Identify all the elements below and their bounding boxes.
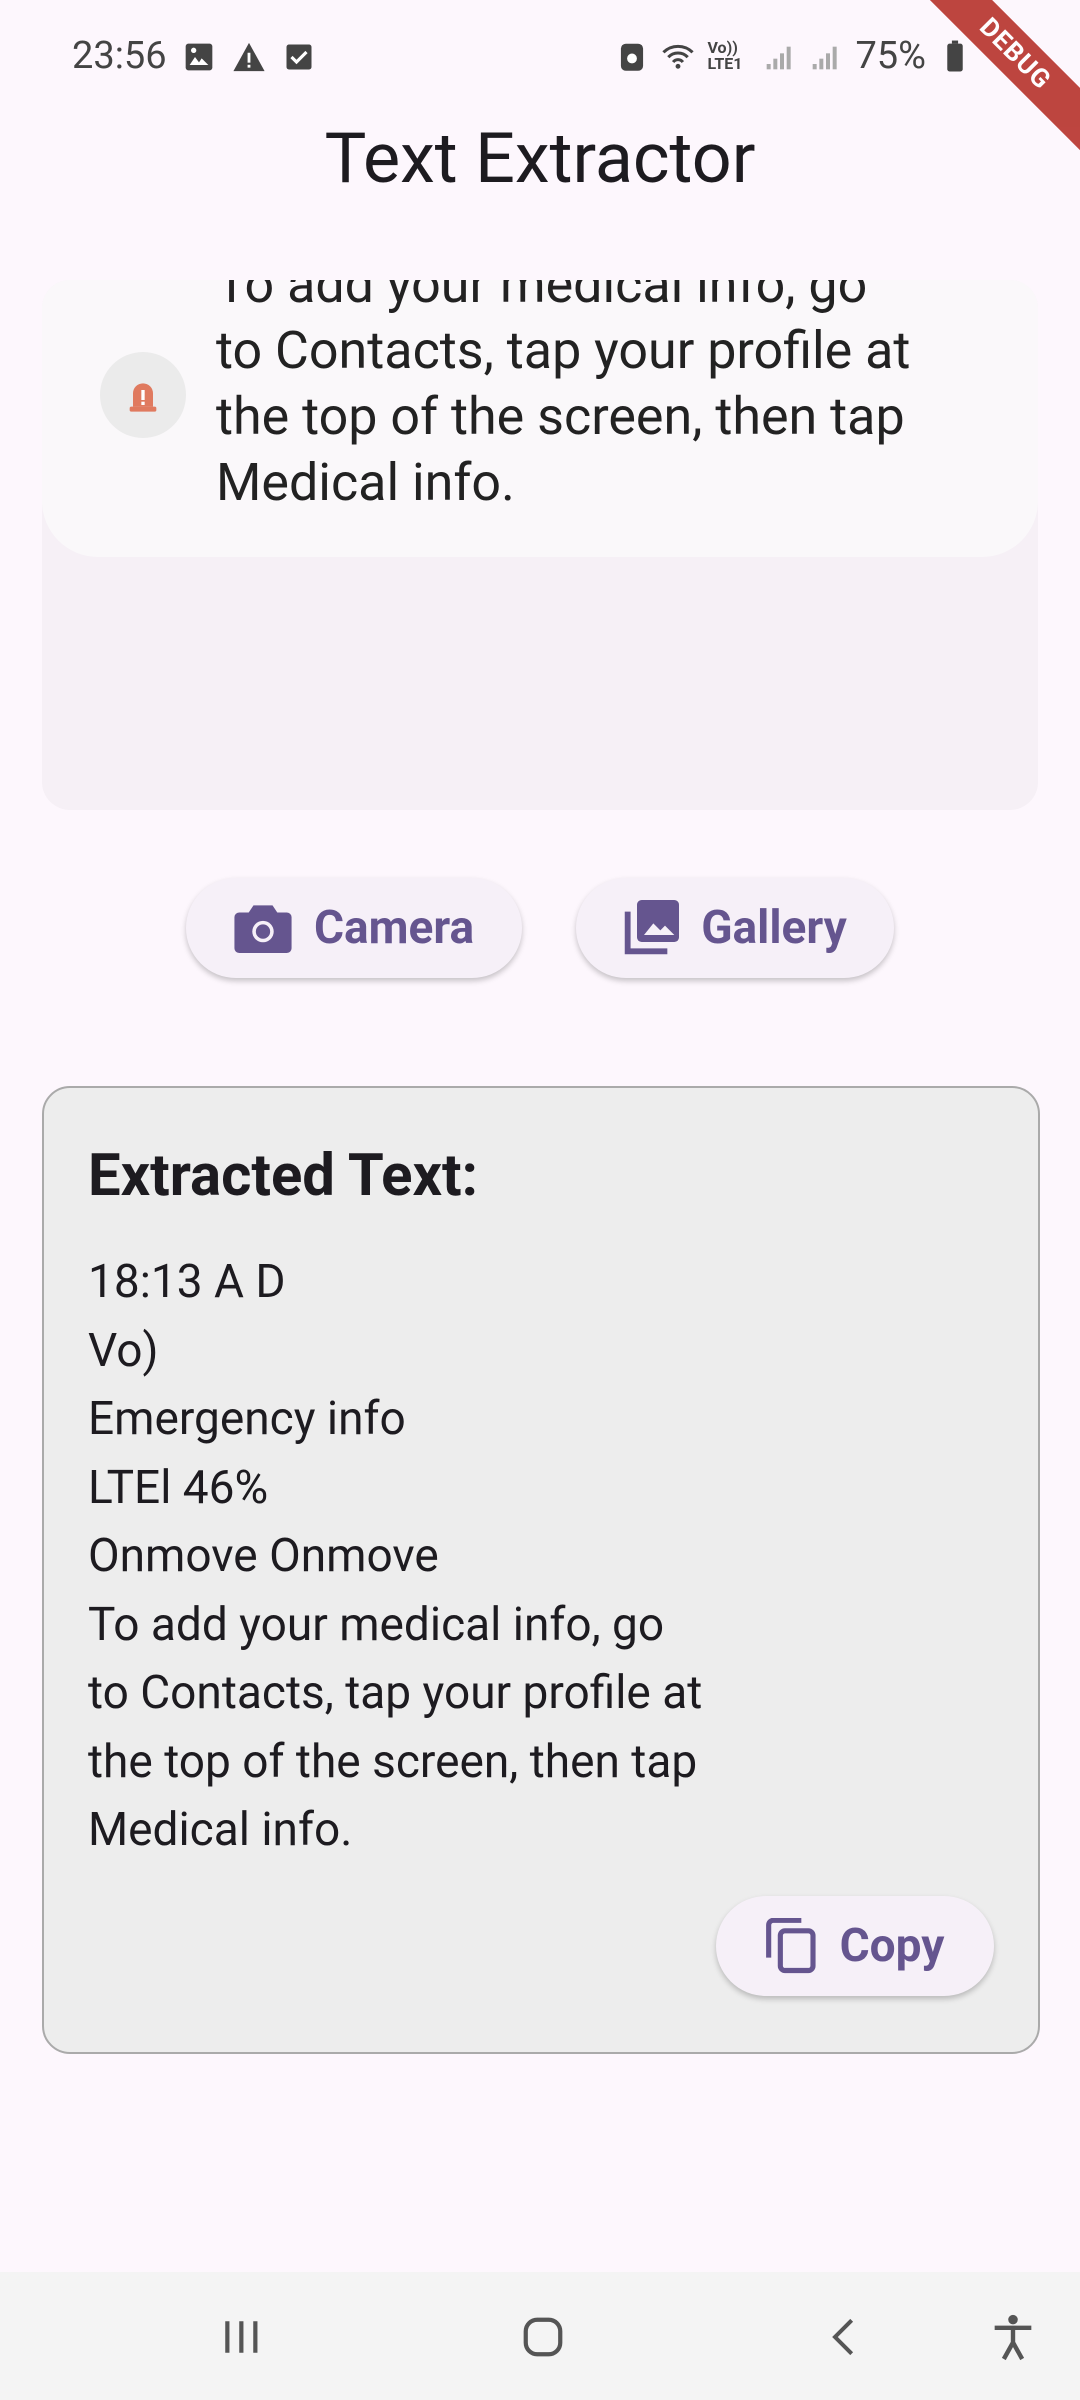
gallery-icon [624, 900, 680, 955]
notice-line: to Contacts, tap your profile at [216, 320, 911, 381]
result-card: Extracted Text: 18:13 A D Vo) Emergency … [42, 1086, 1040, 2054]
extracted-line: the top of the screen, then tap [88, 1734, 698, 1789]
copy-button[interactable]: Copy [716, 1896, 994, 1996]
extracted-line: Vo) [88, 1323, 159, 1378]
recent-apps-button[interactable] [206, 2302, 276, 2372]
gallery-button[interactable]: Gallery [576, 878, 894, 978]
camera-button[interactable]: Camera [186, 878, 522, 978]
notice-line: Medical info. [216, 452, 515, 513]
extracted-line: Emergency info [88, 1392, 406, 1446]
signal-icon [763, 39, 797, 73]
home-icon [523, 2317, 563, 2357]
gallery-label: Gallery [701, 901, 847, 955]
checkbox-icon [282, 40, 316, 74]
network-label: Vo)) LTE1 [707, 38, 743, 73]
result-heading: Extracted Text: [88, 1142, 478, 1210]
recent-apps-icon [225, 2321, 258, 2353]
accessibility-button[interactable] [978, 2302, 1048, 2372]
battery-percent: 75% [855, 34, 926, 78]
notice-line: To add your medical info, go [216, 280, 868, 315]
notice-text: To add your medical info, go to Contacts… [216, 280, 1016, 516]
image-preview: To add your medical info, go to Contacts… [42, 280, 1038, 810]
extracted-line: To add your medical info, go [88, 1597, 665, 1652]
status-bar: 23:56 Vo)) LTE1 75% [0, 0, 1080, 120]
back-icon [832, 2318, 854, 2356]
page-title: Text Extractor [324, 118, 756, 200]
extracted-line: to Contacts, tap your profile at [88, 1666, 703, 1720]
copy-label: Copy [839, 1919, 945, 1973]
status-time: 23:56 [72, 34, 167, 78]
image-icon [182, 40, 216, 74]
extracted-line: Onmove Onmove [88, 1529, 439, 1583]
warning-icon [232, 40, 266, 74]
back-button[interactable] [810, 2302, 880, 2372]
wifi-icon [661, 39, 695, 73]
accessibility-icon [994, 2314, 1032, 2361]
system-nav-bar [0, 2272, 1080, 2400]
extracted-line: Medical info. [88, 1803, 353, 1857]
extracted-line: LTEl 46% [88, 1460, 269, 1515]
android-icon [615, 39, 649, 73]
siren-icon [129, 383, 157, 412]
signal-icon [809, 39, 843, 73]
home-button[interactable] [508, 2302, 578, 2372]
camera-icon [234, 905, 292, 953]
siren-icon-container [100, 352, 186, 438]
extracted-text: 18:13 A D Vo) Emergency info LTEl 46% On… [88, 1248, 702, 1865]
extracted-line: 18:13 A D [88, 1255, 286, 1309]
battery-icon [938, 39, 972, 73]
notice-line: the top of the screen, then tap [216, 386, 905, 447]
camera-label: Camera [313, 901, 475, 955]
emergency-notice: To add your medical info, go to Contacts… [42, 280, 1038, 557]
copy-icon [765, 1918, 816, 1974]
